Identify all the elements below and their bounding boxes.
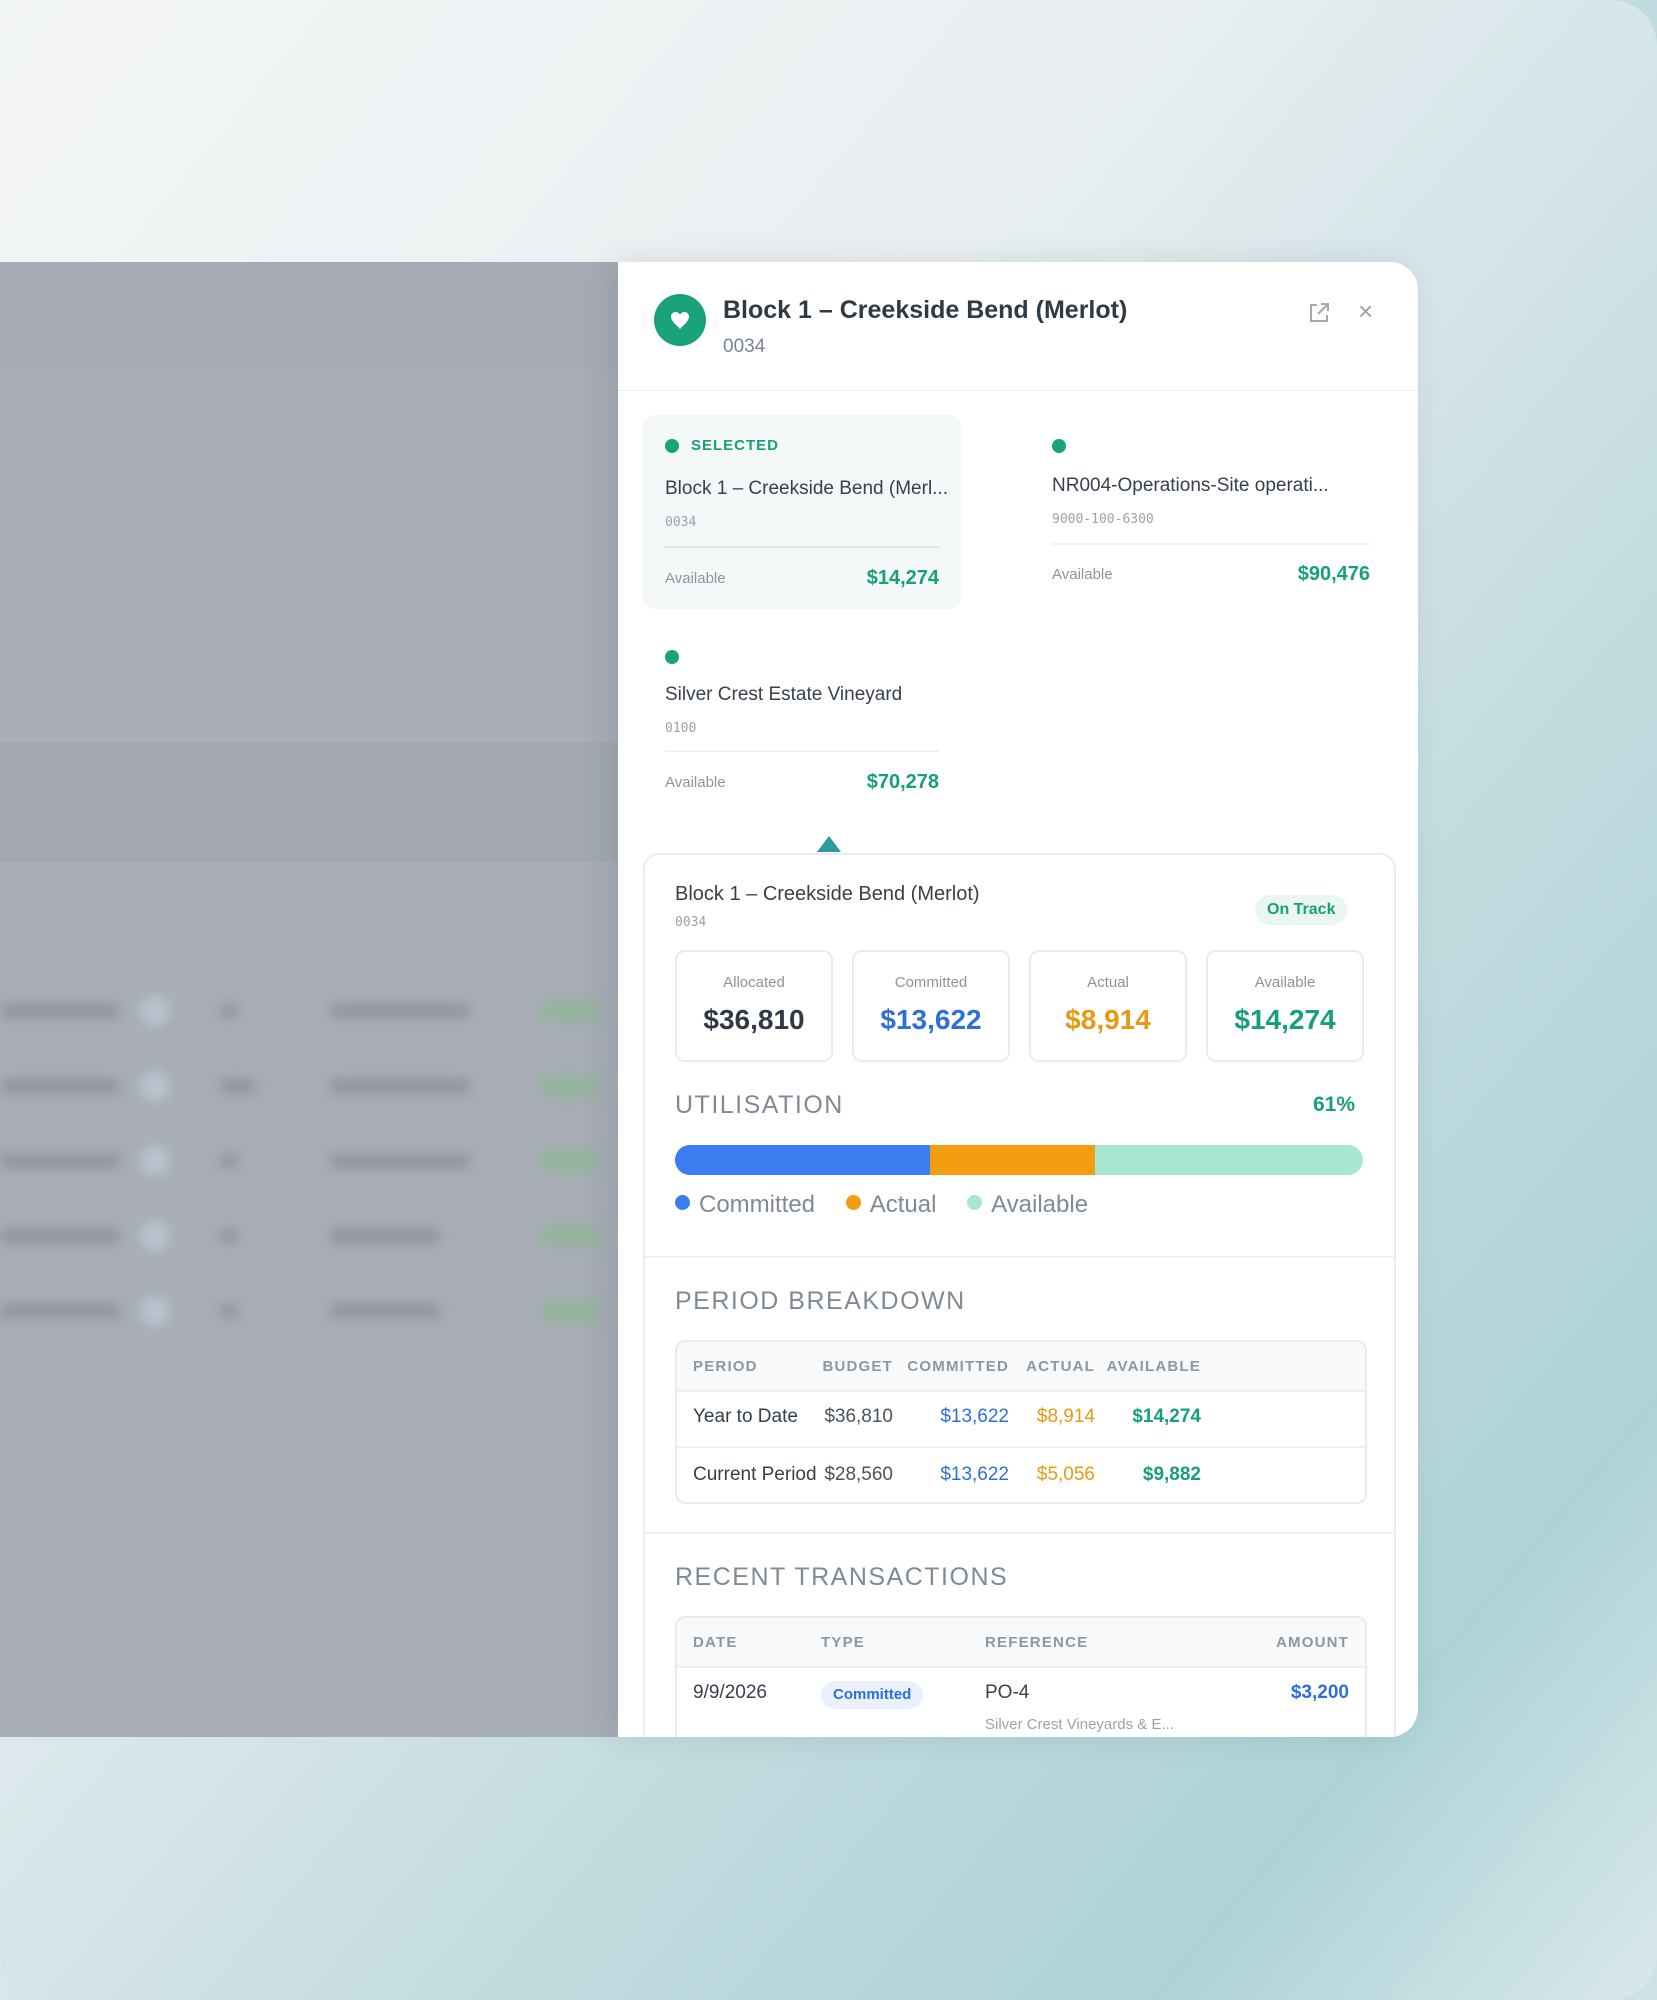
panel-header: Block 1 – Creekside Bend (Merlot) 0034 × xyxy=(618,262,1418,391)
account-title: Silver Crest Estate Vineyard xyxy=(665,684,903,705)
utilisation-bar xyxy=(675,1145,1363,1175)
close-icon[interactable]: × xyxy=(1358,298,1373,324)
status-dot xyxy=(1052,439,1066,453)
account-card[interactable]: NR004-Operations-Site operati... 9000-10… xyxy=(1030,415,1370,609)
budget-detail-panel: Block 1 – Creekside Bend (Merlot) 0034 ×… xyxy=(618,262,1418,1737)
section-divider xyxy=(645,1256,1394,1258)
col-date: DATE xyxy=(693,1634,738,1651)
account-card[interactable]: Silver Crest Estate Vineyard 0100 Availa… xyxy=(643,628,961,822)
utilisation-segment-committed xyxy=(675,1145,930,1175)
detail-code: 0034 xyxy=(675,915,707,930)
card-divider xyxy=(665,750,939,752)
metric-allocated: Allocated $36,810 xyxy=(675,950,833,1062)
col-budget: BUDGET xyxy=(822,1358,893,1375)
txn-type-badge: Committed xyxy=(821,1681,924,1709)
external-link-icon[interactable] xyxy=(1306,300,1332,326)
col-committed: COMMITTED xyxy=(907,1358,1009,1375)
status-dot xyxy=(665,439,679,453)
metric-label: Available xyxy=(1254,974,1316,991)
card-divider xyxy=(1052,543,1370,545)
period-breakdown-heading: PERIOD BREAKDOWN xyxy=(675,1287,966,1315)
utilisation-heading: UTILISATION xyxy=(675,1091,844,1119)
status-badge: On Track xyxy=(1255,895,1348,925)
available-label: Available xyxy=(665,774,726,791)
background-app-blurred xyxy=(0,262,640,1737)
account-detail-card: Block 1 – Creekside Bend (Merlot) 0034 O… xyxy=(643,853,1396,1737)
panel-code: 0034 xyxy=(723,336,766,357)
account-title: Block 1 – Creekside Bend (Merl... xyxy=(665,478,949,499)
account-card-selected[interactable]: SELECTED Block 1 – Creekside Bend (Merl.… xyxy=(643,415,961,609)
utilisation-segment-actual xyxy=(929,1145,1095,1175)
section-divider xyxy=(645,1532,1394,1534)
available-value: $14,274 xyxy=(866,567,939,589)
metric-label: Actual xyxy=(1087,974,1129,991)
status-dot xyxy=(665,650,679,664)
legend-available: Available xyxy=(967,1191,1088,1218)
utilisation-percent: 61% xyxy=(1312,1093,1355,1116)
txn-date: 9/9/2026 xyxy=(693,1682,767,1703)
available-label: Available xyxy=(665,570,726,587)
selection-pointer xyxy=(817,836,841,852)
metric-label: Allocated xyxy=(723,974,785,991)
metric-value: $8,914 xyxy=(1065,1004,1151,1035)
utilisation-legend: Committed Actual Available xyxy=(675,1191,1112,1219)
metric-committed: Committed $13,622 xyxy=(852,950,1010,1062)
table-header: DATE TYPE REFERENCE AMOUNT xyxy=(677,1618,1365,1668)
panel-title: Block 1 – Creekside Bend (Merlot) xyxy=(723,296,1128,324)
metric-available: Available $14,274 xyxy=(1206,950,1364,1062)
col-type: TYPE xyxy=(821,1634,865,1651)
row-divider xyxy=(677,1446,1365,1448)
screen-frame: Block 1 – Creekside Bend (Merlot) 0034 ×… xyxy=(0,0,1657,2000)
recent-transactions-table: DATE TYPE REFERENCE AMOUNT 9/9/2026 Comm… xyxy=(675,1616,1367,1737)
col-actual: ACTUAL xyxy=(1026,1358,1095,1375)
metric-actual: Actual $8,914 xyxy=(1029,950,1187,1062)
account-code: 9000-100-6300 xyxy=(1052,512,1154,527)
legend-committed: Committed xyxy=(675,1191,815,1218)
available-value: $90,476 xyxy=(1297,563,1370,585)
card-divider xyxy=(665,546,939,548)
selected-tag: SELECTED xyxy=(691,437,780,454)
col-amount: AMOUNT xyxy=(1275,1634,1349,1651)
period-breakdown-table: PERIOD BUDGET COMMITTED ACTUAL AVAILABLE… xyxy=(675,1340,1367,1504)
account-code: 0034 xyxy=(665,515,697,530)
txn-amount: $3,200 xyxy=(1290,1682,1349,1703)
col-available: AVAILABLE xyxy=(1106,1358,1201,1375)
col-reference: REFERENCE xyxy=(985,1634,1089,1651)
available-value: $70,278 xyxy=(866,771,939,793)
metric-value: $36,810 xyxy=(703,1004,805,1035)
legend-actual: Actual xyxy=(845,1191,936,1218)
col-period: PERIOD xyxy=(693,1358,758,1375)
account-title: NR004-Operations-Site operati... xyxy=(1052,475,1329,496)
vineyard-grape-icon xyxy=(654,294,706,346)
metric-value: $13,622 xyxy=(880,1004,982,1035)
metric-value: $14,274 xyxy=(1234,1004,1336,1035)
metric-label: Committed xyxy=(894,974,968,991)
table-header: PERIOD BUDGET COMMITTED ACTUAL AVAILABLE xyxy=(677,1342,1365,1392)
recent-transactions-heading: RECENT TRANSACTIONS xyxy=(675,1563,1009,1591)
txn-vendor: Silver Crest Vineyards & E... xyxy=(985,1716,1174,1733)
txn-reference: PO-4 xyxy=(985,1682,1030,1703)
account-code: 0100 xyxy=(665,721,697,736)
detail-title: Block 1 – Creekside Bend (Merlot) xyxy=(675,883,980,905)
available-label: Available xyxy=(1052,566,1113,583)
utilisation-segment-available xyxy=(1094,1145,1363,1175)
